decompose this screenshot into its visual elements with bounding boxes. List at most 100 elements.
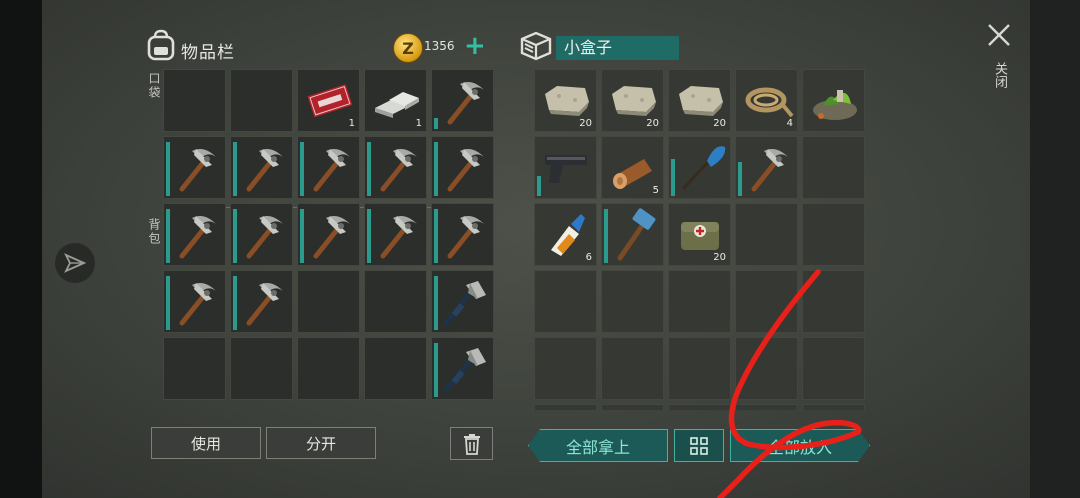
- inv-slot-pickaxe[interactable]: [163, 203, 226, 266]
- right-screen-bar: [1030, 0, 1080, 498]
- hammer-icon: [617, 208, 656, 261]
- inv-slot-ingot[interactable]: 1: [364, 69, 427, 132]
- put-all-button[interactable]: 全部放入: [730, 429, 870, 462]
- box-slot-glue[interactable]: 6: [534, 203, 597, 266]
- inv-slot-empty[interactable]: [364, 270, 427, 333]
- box-slot-empty[interactable]: [601, 404, 664, 410]
- pickaxe-icon: [447, 82, 484, 125]
- durability-bar: [537, 176, 541, 196]
- pickaxe-icon: [246, 216, 283, 259]
- inv-slot-pickaxe[interactable]: [230, 136, 293, 199]
- durability-bar: [233, 276, 237, 330]
- inv-slot-empty[interactable]: [297, 337, 360, 400]
- inv-slot-pickaxe[interactable]: [297, 203, 360, 266]
- sort-button[interactable]: [674, 429, 724, 462]
- box-slot-empty[interactable]: [802, 136, 865, 199]
- paddle-icon: [681, 146, 726, 191]
- navigation-icon: [64, 253, 86, 273]
- close-label[interactable]: 关闭: [990, 62, 1009, 88]
- pickaxe-icon: [447, 216, 484, 259]
- durability-bar: [367, 142, 371, 196]
- box-slot-empty[interactable]: [802, 270, 865, 333]
- inv-slot-pickaxe[interactable]: [431, 203, 494, 266]
- inv-slot-empty[interactable]: [230, 69, 293, 132]
- durability-bar: [166, 276, 170, 330]
- box-slot-empty[interactable]: [735, 337, 798, 400]
- box-slot-empty[interactable]: [601, 270, 664, 333]
- herbs-icon: [813, 90, 857, 120]
- box-slot-paddle[interactable]: [668, 136, 731, 199]
- box-grid: 20 20 20 4 5 6 20: [534, 69, 865, 410]
- pickaxe-icon: [380, 149, 417, 192]
- axe-icon: [443, 348, 486, 393]
- box-slot-hammer[interactable]: [601, 203, 664, 266]
- item-quantity: 20: [713, 252, 726, 263]
- pickaxe-icon: [179, 149, 216, 192]
- inv-slot-pickaxe[interactable]: [364, 203, 427, 266]
- durability-bar: [434, 276, 438, 330]
- use-button[interactable]: 使用: [151, 427, 261, 459]
- inv-slot-axe[interactable]: [431, 270, 494, 333]
- box-slot-empty[interactable]: [802, 404, 865, 410]
- inv-slot-empty[interactable]: [163, 337, 226, 400]
- inv-slot-empty[interactable]: [297, 270, 360, 333]
- inv-slot-pickaxe[interactable]: [163, 270, 226, 333]
- box-slot-stone[interactable]: 20: [601, 69, 664, 132]
- box-slot-stone[interactable]: 20: [668, 69, 731, 132]
- box-slot-stone[interactable]: 20: [534, 69, 597, 132]
- inv-slot-coupon[interactable]: 1: [297, 69, 360, 132]
- pickaxe-icon: [246, 283, 283, 326]
- box-slot-pistol[interactable]: [534, 136, 597, 199]
- inv-slot-empty[interactable]: [230, 337, 293, 400]
- pickaxe-icon: [380, 216, 417, 259]
- durability-bar: [434, 118, 438, 129]
- box-slot-empty[interactable]: [534, 337, 597, 400]
- inv-slot-pickaxe[interactable]: [163, 136, 226, 199]
- durability-bar: [300, 209, 304, 263]
- box-slot-empty[interactable]: [802, 337, 865, 400]
- pickaxe-icon: [313, 149, 350, 192]
- pickaxe-icon: [751, 149, 788, 192]
- inv-slot-empty[interactable]: [364, 337, 427, 400]
- box-slot-empty[interactable]: [601, 337, 664, 400]
- box-slot-empty[interactable]: [735, 203, 798, 266]
- box-slot-log[interactable]: 5: [601, 136, 664, 199]
- box-slot-empty[interactable]: [534, 404, 597, 410]
- pickaxe-icon: [447, 149, 484, 192]
- backpack-icon: [147, 29, 175, 61]
- pickaxe-icon: [246, 149, 283, 192]
- inventory-grid: 11: [163, 69, 494, 400]
- box-slot-empty[interactable]: [735, 404, 798, 410]
- backpack-label: 背包: [147, 218, 161, 246]
- inv-slot-pickaxe[interactable]: [431, 136, 494, 199]
- inv-slot-pickaxe[interactable]: [364, 136, 427, 199]
- durability-bar: [671, 159, 675, 196]
- box-slot-medkit[interactable]: 20: [668, 203, 731, 266]
- plus-icon[interactable]: +: [464, 33, 486, 59]
- left-screen-bar: [0, 0, 42, 498]
- trash-button[interactable]: [450, 427, 493, 460]
- inv-slot-pickaxe[interactable]: [230, 270, 293, 333]
- durability-bar: [166, 209, 170, 263]
- take-all-button[interactable]: 全部拿上: [528, 429, 668, 462]
- inv-slot-pickaxe[interactable]: [431, 69, 494, 132]
- box-slot-empty[interactable]: [735, 270, 798, 333]
- inv-slot-axe[interactable]: [431, 337, 494, 400]
- box-slot-empty[interactable]: [668, 337, 731, 400]
- box-slot-empty[interactable]: [802, 203, 865, 266]
- box-slot-empty[interactable]: [534, 270, 597, 333]
- box-slot-empty[interactable]: [668, 270, 731, 333]
- box-slot-pickaxe[interactable]: [735, 136, 798, 199]
- close-icon[interactable]: [986, 22, 1012, 48]
- box-slot-rope[interactable]: 4: [735, 69, 798, 132]
- split-button[interactable]: 分开: [266, 427, 376, 459]
- pickaxe-icon: [179, 283, 216, 326]
- durability-bar: [233, 209, 237, 263]
- pickaxe-icon: [179, 216, 216, 259]
- box-slot-empty[interactable]: [668, 404, 731, 410]
- navigation-button[interactable]: [55, 243, 95, 283]
- inv-slot-empty[interactable]: [163, 69, 226, 132]
- inv-slot-pickaxe[interactable]: [230, 203, 293, 266]
- inv-slot-pickaxe[interactable]: [297, 136, 360, 199]
- box-slot-herbs[interactable]: [802, 69, 865, 132]
